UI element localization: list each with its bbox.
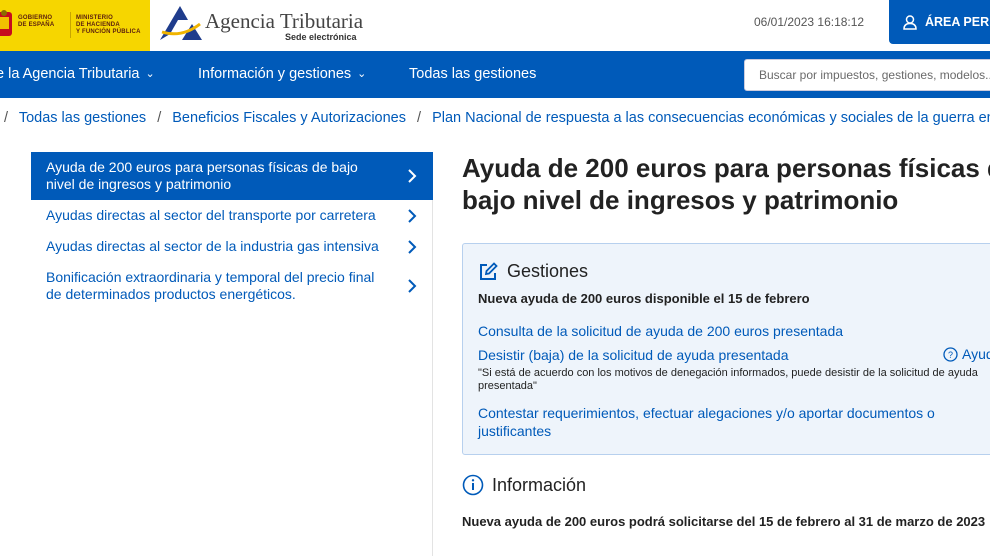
area-personal-button[interactable]: ÁREA PER [889, 0, 990, 44]
informacion-text: Nueva ayuda de 200 euros podrá solicitar… [462, 514, 986, 529]
consulta-solicitud-link[interactable]: Consulta de la solicitud de ayuda de 200… [478, 322, 843, 340]
breadcrumb-item-beneficios[interactable]: Beneficios Fiscales y Autorizaciones [172, 110, 406, 126]
site-header: GOBIERNO DE ESPAÑA MINISTERIO DE HACIEND… [0, 0, 990, 51]
sidebar-item-transporte[interactable]: Ayudas directas al sector del transporte… [31, 200, 433, 231]
nav-item-todas[interactable]: Todas las gestiones [409, 66, 536, 82]
edit-icon [480, 261, 498, 280]
nav-item-agencia[interactable]: e la Agencia Tributaria ⌄ [0, 66, 155, 82]
nav-item-label: Todas las gestiones [409, 66, 537, 82]
chevron-right-icon [407, 168, 417, 184]
contestar-requerimientos-link[interactable]: Contestar requerimientos, efectuar alega… [478, 404, 990, 440]
sidebar-item-industria-gas[interactable]: Ayudas directas al sector de la industri… [31, 231, 433, 262]
coat-of-arms-icon [0, 10, 12, 36]
sidebar: Ayuda de 200 euros para personas físicas… [31, 152, 433, 556]
agencia-tributaria-logo-icon[interactable] [158, 4, 203, 42]
breadcrumb: / Todas las gestiones / Beneficios Fisca… [0, 110, 990, 128]
nav-item-label: e la Agencia Tributaria [0, 66, 140, 82]
agency-subtitle: Sede electrónica [285, 32, 357, 42]
logo-separator [70, 12, 71, 38]
sidebar-item-label: Ayudas directas al sector del transporte… [46, 207, 376, 223]
main-nav: e la Agencia Tributaria ⌄ Información y g… [0, 51, 990, 98]
chevron-down-icon: ⌄ [145, 68, 155, 80]
breadcrumb-separator: / [417, 110, 422, 126]
chevron-right-icon [407, 239, 417, 255]
gestiones-heading-label: Gestiones [507, 261, 589, 281]
breadcrumb-separator: / [4, 110, 9, 126]
info-icon [462, 474, 484, 496]
chevron-right-icon [407, 278, 417, 294]
chevron-right-icon [407, 208, 417, 224]
desistir-solicitud-link[interactable]: Desistir (baja) de la solicitud de ayuda… [478, 346, 789, 364]
sidebar-item-bonificacion[interactable]: Bonificación extraordinaria y temporal d… [31, 262, 433, 310]
help-link[interactable]: ? Ayuda [943, 346, 990, 362]
chevron-down-icon: ⌄ [357, 68, 367, 80]
session-datetime: 06/01/2023 16:18:12 [754, 15, 865, 29]
agency-name: Agencia Tributaria [205, 9, 364, 33]
search-box[interactable] [744, 59, 990, 91]
gobierno-label: GOBIERNO DE ESPAÑA [18, 15, 55, 28]
informacion-heading: Información [462, 474, 586, 496]
ministerio-label: MINISTERIO DE HACIENDA Y FUNCIÓN PÚBLICA [76, 15, 141, 35]
page-title: Ayuda de 200 euros para personas físicas… [462, 153, 990, 215]
gestiones-subtitle: Nueva ayuda de 200 euros disponible el 1… [478, 291, 810, 306]
search-input[interactable] [745, 60, 990, 90]
desistir-note: "Si está de acuerdo con los motivos de d… [478, 367, 978, 392]
gestiones-panel: Gestiones Nueva ayuda de 200 euros dispo… [462, 243, 990, 455]
informacion-heading-label: Información [492, 474, 587, 495]
nav-item-informacion[interactable]: Información y gestiones ⌄ [198, 66, 366, 82]
sidebar-item-label: Ayuda de 200 euros para personas físicas… [46, 159, 358, 192]
gestiones-heading: Gestiones [478, 261, 588, 282]
breadcrumb-item-plan[interactable]: Plan Nacional de respuesta a las consecu… [432, 110, 990, 126]
breadcrumb-item-todas[interactable]: Todas las gestiones [19, 110, 146, 126]
breadcrumb-separator: / [157, 110, 162, 126]
area-personal-label: ÁREA PER [925, 15, 990, 29]
sidebar-item-label: Bonificación extraordinaria y temporal d… [46, 269, 375, 302]
user-icon [903, 14, 917, 30]
sidebar-item-label: Ayudas directas al sector de la industri… [46, 238, 379, 254]
svg-text:?: ? [948, 350, 953, 360]
help-label: Ayuda [962, 346, 990, 362]
sidebar-item-ayuda-200[interactable]: Ayuda de 200 euros para personas físicas… [31, 152, 433, 200]
question-circle-icon: ? [943, 346, 958, 362]
gobierno-logo[interactable]: GOBIERNO DE ESPAÑA MINISTERIO DE HACIEND… [0, 0, 150, 51]
nav-item-label: Información y gestiones [198, 66, 352, 82]
